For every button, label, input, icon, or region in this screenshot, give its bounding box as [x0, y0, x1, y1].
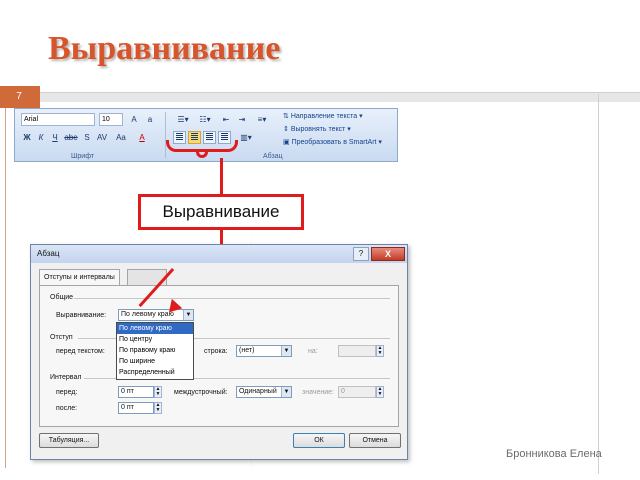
increase-indent-button[interactable]: ⇥ [235, 113, 249, 126]
alignment-select[interactable]: По левому краю ▼ [118, 309, 194, 321]
align-center-icon [191, 133, 198, 134]
first-line-select[interactable]: (нет) ▼ [236, 345, 292, 357]
text-direction-label: Направление текста [290, 113, 358, 120]
font-color-button[interactable]: A [135, 131, 149, 144]
smartart-label: Преобразовать в SmartArt [291, 139, 377, 146]
value-field: 0 [338, 386, 376, 398]
line-spacing-button[interactable]: ≡▾ [253, 113, 271, 126]
dropdown-option[interactable]: Распределенный [117, 367, 193, 378]
slide: Выравнивание 7 Arial 10 A a Ж К Ч abe S … [0, 0, 640, 480]
smartart-button[interactable]: ▣ Преобразовать в SmartArt ▾ [283, 138, 382, 146]
general-section-label: Общие [50, 294, 74, 301]
font-group-label: Шрифт [71, 153, 95, 160]
slide-title: Выравнивание [48, 30, 281, 67]
decrease-indent-button[interactable]: ⇤ [219, 113, 233, 126]
tab-indents-spacing[interactable]: Отступы и интервалы [39, 269, 120, 285]
chevron-down-icon[interactable]: ▼ [281, 346, 291, 356]
right-rule [598, 94, 599, 474]
dropdown-option[interactable]: По правому краю [117, 345, 193, 356]
annotation-connector [220, 158, 223, 194]
after-label: после: [56, 405, 78, 412]
shadow-button[interactable]: S [81, 131, 93, 144]
bold-button[interactable]: Ж [21, 131, 33, 144]
spinner-icon: ▲ ▼ [376, 386, 384, 398]
line-spacing-select[interactable]: Одинарный ▼ [236, 386, 292, 398]
grow-font-button[interactable]: A [127, 113, 141, 126]
spinner-icon[interactable]: ▲ ▼ [154, 402, 162, 414]
close-button[interactable]: X [371, 247, 405, 261]
spinner-icon: ▲ ▼ [376, 345, 384, 357]
annotation-brace [166, 140, 238, 152]
alignment-label: Выравнивание: [56, 312, 107, 319]
numbering-button[interactable]: ☷▾ [195, 113, 215, 126]
line-spacing-value: Одинарный [239, 388, 277, 395]
align-left-icon [176, 133, 183, 134]
author-credit: Бронникова Елена [506, 448, 602, 460]
first-line-label: строка: [204, 348, 228, 355]
first-line-value: (нет) [239, 347, 255, 354]
dropdown-option[interactable]: По центру [117, 334, 193, 345]
cancel-button[interactable]: Отмена [349, 433, 401, 448]
annotation-callout: Выравнивание [138, 194, 304, 230]
italic-button[interactable]: К [35, 131, 47, 144]
chevron-down-icon[interactable]: ▼ [281, 387, 291, 397]
bullets-button[interactable]: ☰▾ [173, 113, 193, 126]
justify-icon [221, 133, 228, 134]
text-direction-button[interactable]: ⇅ Направление текста ▾ [283, 112, 363, 120]
before-text-label: перед текстом: [56, 348, 105, 355]
title-divider [40, 92, 640, 102]
chevron-down-icon[interactable]: ▼ [183, 310, 193, 320]
by-label: на: [308, 348, 318, 355]
spacing-section-label: Интервал [50, 374, 82, 381]
slide-number: 7 [16, 91, 22, 102]
help-button[interactable]: ? [353, 247, 369, 261]
columns-button[interactable]: ▥▾ [237, 131, 255, 144]
alignment-value: По левому краю [121, 311, 174, 318]
before-field[interactable]: 0 пт [118, 386, 154, 398]
slide-number-bar: 7 [0, 86, 40, 108]
after-field[interactable]: 0 пт [118, 402, 154, 414]
font-size-combo[interactable]: 10 [99, 113, 123, 126]
align-text-label: Выровнять текст [290, 126, 346, 133]
paragraph-group-label: Абзац [263, 153, 283, 160]
indent-section-label: Отступ [50, 334, 73, 341]
shrink-font-button[interactable]: a [143, 113, 157, 126]
by-field [338, 345, 376, 357]
ribbon-separator [165, 112, 166, 158]
left-rule [5, 108, 6, 468]
ok-button[interactable]: ОК [293, 433, 345, 448]
section-divider [74, 298, 390, 299]
underline-button[interactable]: Ч [49, 131, 61, 144]
strikethrough-button[interactable]: abe [63, 131, 79, 144]
change-case-button[interactable]: Aa [113, 131, 129, 144]
align-right-icon [206, 133, 213, 134]
align-text-button[interactable]: ⇕ Выровнять текст ▾ [283, 125, 351, 133]
dropdown-option[interactable]: По левому краю [117, 323, 193, 334]
before-label: перед: [56, 389, 78, 396]
tab-panel: Общие Выравнивание: По левому краю ▼ Отс… [39, 285, 399, 427]
spacing-button[interactable]: AV [95, 131, 109, 144]
tabs-button[interactable]: Табуляция... [39, 433, 99, 448]
paragraph-dialog: Абзац ? X Отступы и интервалы Общие Выра… [30, 244, 408, 460]
font-name-combo[interactable]: Arial [21, 113, 95, 126]
spinner-icon[interactable]: ▲ ▼ [154, 386, 162, 398]
dropdown-option[interactable]: По ширине [117, 356, 193, 367]
value-label: значение: [302, 389, 334, 396]
dialog-title: Абзац [31, 245, 407, 263]
alignment-dropdown-list: По левому краю По центру По правому краю… [116, 322, 194, 380]
line-spacing-label: междустрочный: [174, 389, 228, 396]
